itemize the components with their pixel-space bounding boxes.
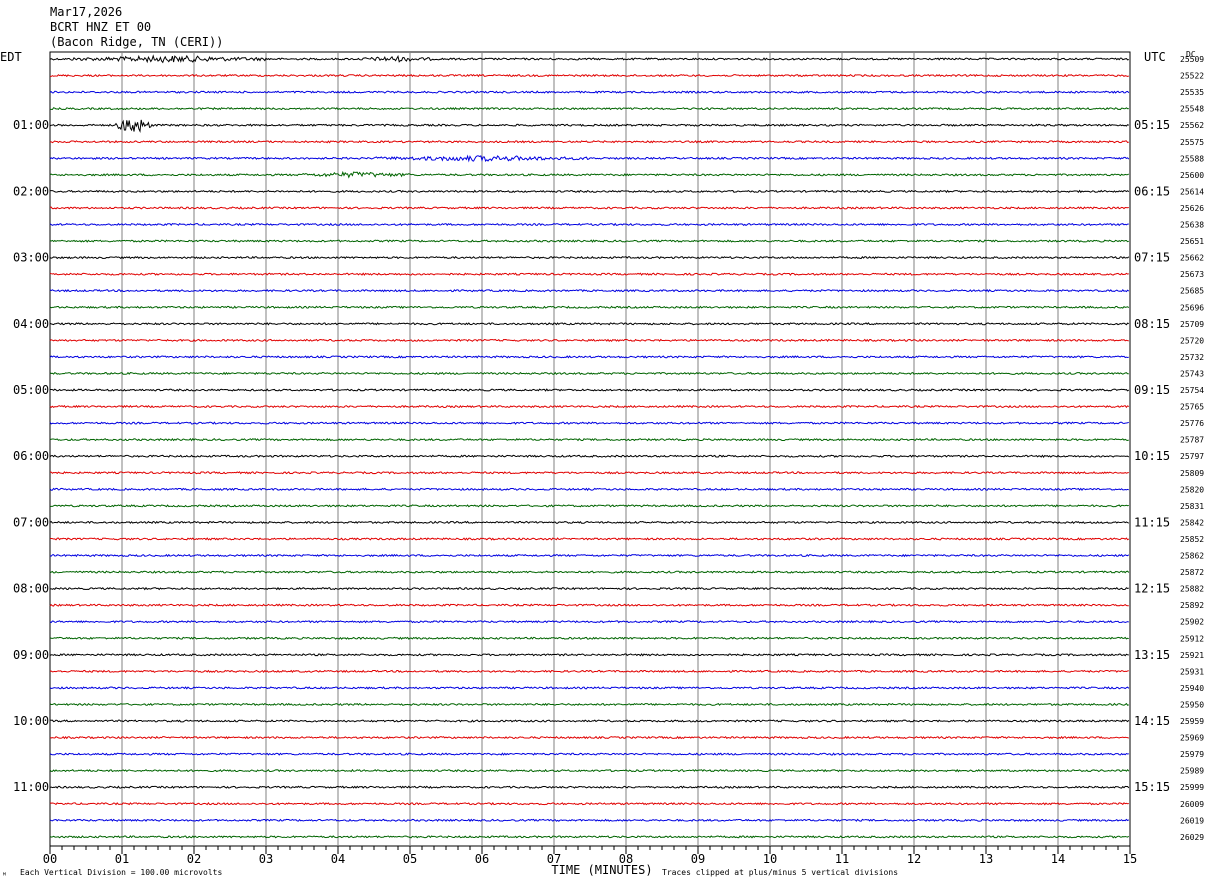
left-hour-label: 08:00	[13, 582, 49, 596]
left-hour-label: 11:00	[13, 780, 49, 794]
x-tick-label: 05	[403, 852, 417, 866]
dc-offset-label: 25626	[1180, 204, 1204, 213]
dc-offset-label: 25720	[1180, 336, 1204, 345]
dc-offset-label: 25509	[1180, 55, 1204, 64]
dc-offset-label: 25787	[1180, 436, 1204, 445]
dc-offset-label: 25902	[1180, 618, 1204, 627]
dc-offset-label: 25912	[1180, 634, 1204, 643]
left-hour-label: 03:00	[13, 251, 49, 265]
left-hour-label: 04:00	[13, 317, 49, 331]
x-tick-label: 10	[763, 852, 777, 866]
dc-offset-label: 25535	[1180, 88, 1204, 97]
left-hour-label: 01:00	[13, 118, 49, 132]
dc-offset-label: 25614	[1180, 187, 1204, 196]
dc-offset-label: 25696	[1180, 303, 1204, 312]
dc-offset-label: 25548	[1180, 105, 1204, 114]
header-location: (Bacon Ridge, TN (CERI))	[50, 35, 223, 49]
dc-offset-label: 25862	[1180, 552, 1204, 561]
dc-offset-label: 25754	[1180, 386, 1204, 395]
dc-offset-label: 25638	[1180, 221, 1204, 230]
right-hour-label: 05:15	[1134, 118, 1170, 132]
right-hour-label: 07:15	[1134, 251, 1170, 265]
dc-offset-label: 25872	[1180, 568, 1204, 577]
dc-offset-label: 25809	[1180, 469, 1204, 478]
dc-offset-label: 25950	[1180, 700, 1204, 709]
dc-offset-label: 26009	[1180, 800, 1204, 809]
dc-offset-label: 25588	[1180, 154, 1204, 163]
right-hour-label: 15:15	[1134, 780, 1170, 794]
dc-offset-label: 25685	[1180, 287, 1204, 296]
x-tick-label: 02	[187, 852, 201, 866]
left-hour-label: 05:00	[13, 383, 49, 397]
dc-offset-label: 25882	[1180, 585, 1204, 594]
scale-note: Each Vertical Division = 100.00 microvol…	[20, 868, 222, 877]
dc-offset-label: 25673	[1180, 270, 1204, 279]
x-tick-label: 00	[43, 852, 57, 866]
right-hour-label: 08:15	[1134, 317, 1170, 331]
x-tick-label: 12	[907, 852, 921, 866]
dc-offset-label: 25575	[1180, 138, 1204, 147]
right-hour-label: 10:15	[1134, 449, 1170, 463]
header-station: BCRT HNZ ET 00	[50, 20, 151, 34]
left-hour-label: 09:00	[13, 648, 49, 662]
x-tick-label: 11	[835, 852, 849, 866]
dc-offset-label: 25989	[1180, 767, 1204, 776]
dc-offset-label: 25940	[1180, 684, 1204, 693]
dc-offset-label: 25709	[1180, 320, 1204, 329]
dc-offset-label: 25969	[1180, 734, 1204, 743]
left-hour-label: 07:00	[13, 515, 49, 529]
dc-offset-label: 25651	[1180, 237, 1204, 246]
right-hour-label: 06:15	[1134, 184, 1170, 198]
dc-offset-label: 26019	[1180, 816, 1204, 825]
dc-offset-label: 25522	[1180, 72, 1204, 81]
x-tick-label: 14	[1051, 852, 1065, 866]
x-tick-label: 01	[115, 852, 129, 866]
dc-offset-label: 25797	[1180, 452, 1204, 461]
x-tick-label: 09	[691, 852, 705, 866]
dc-offset-label: 25732	[1180, 353, 1204, 362]
dc-offset-label: 25662	[1180, 254, 1204, 263]
left-hour-label: 10:00	[13, 714, 49, 728]
dc-offset-label: 25776	[1180, 419, 1204, 428]
x-tick-label: 04	[331, 852, 345, 866]
right-timezone-label: UTC	[1144, 50, 1166, 64]
dc-offset-label: 25600	[1180, 171, 1204, 180]
dc-offset-label: 25743	[1180, 369, 1204, 378]
left-hour-label: 06:00	[13, 449, 49, 463]
dc-offset-label: 25892	[1180, 601, 1204, 610]
dc-offset-label: 25959	[1180, 717, 1204, 726]
left-timezone-label: EDT	[0, 50, 22, 64]
dc-offset-label: 25562	[1180, 121, 1204, 130]
dc-offset-label: 25931	[1180, 667, 1204, 676]
dc-offset-label: 25979	[1180, 750, 1204, 759]
dc-offset-label: 25921	[1180, 651, 1204, 660]
right-hour-label: 14:15	[1134, 714, 1170, 728]
corner-mark: ᴹ	[2, 871, 7, 880]
clip-note: Traces clipped at plus/minus 5 vertical …	[662, 868, 898, 877]
x-tick-label: 15	[1123, 852, 1137, 866]
dc-offset-label: 26029	[1180, 833, 1204, 842]
dc-offset-label: 25765	[1180, 403, 1204, 412]
dc-offset-label: 25831	[1180, 502, 1204, 511]
helicorder-chart: Mar17,2026 BCRT HNZ ET 00 (Bacon Ridge, …	[0, 0, 1210, 886]
right-hour-label: 11:15	[1134, 515, 1170, 529]
left-hour-label: 02:00	[13, 184, 49, 198]
x-tick-label: 03	[259, 852, 273, 866]
right-hour-label: 12:15	[1134, 582, 1170, 596]
x-tick-label: 13	[979, 852, 993, 866]
right-hour-label: 13:15	[1134, 648, 1170, 662]
dc-offset-label: 25842	[1180, 518, 1204, 527]
dc-offset-label: 25852	[1180, 535, 1204, 544]
header-date: Mar17,2026	[50, 5, 122, 19]
dc-offset-label: 25820	[1180, 485, 1204, 494]
x-axis-title: TIME (MINUTES)	[551, 863, 652, 877]
right-hour-label: 09:15	[1134, 383, 1170, 397]
dc-offset-label: 25999	[1180, 783, 1204, 792]
x-tick-label: 06	[475, 852, 489, 866]
